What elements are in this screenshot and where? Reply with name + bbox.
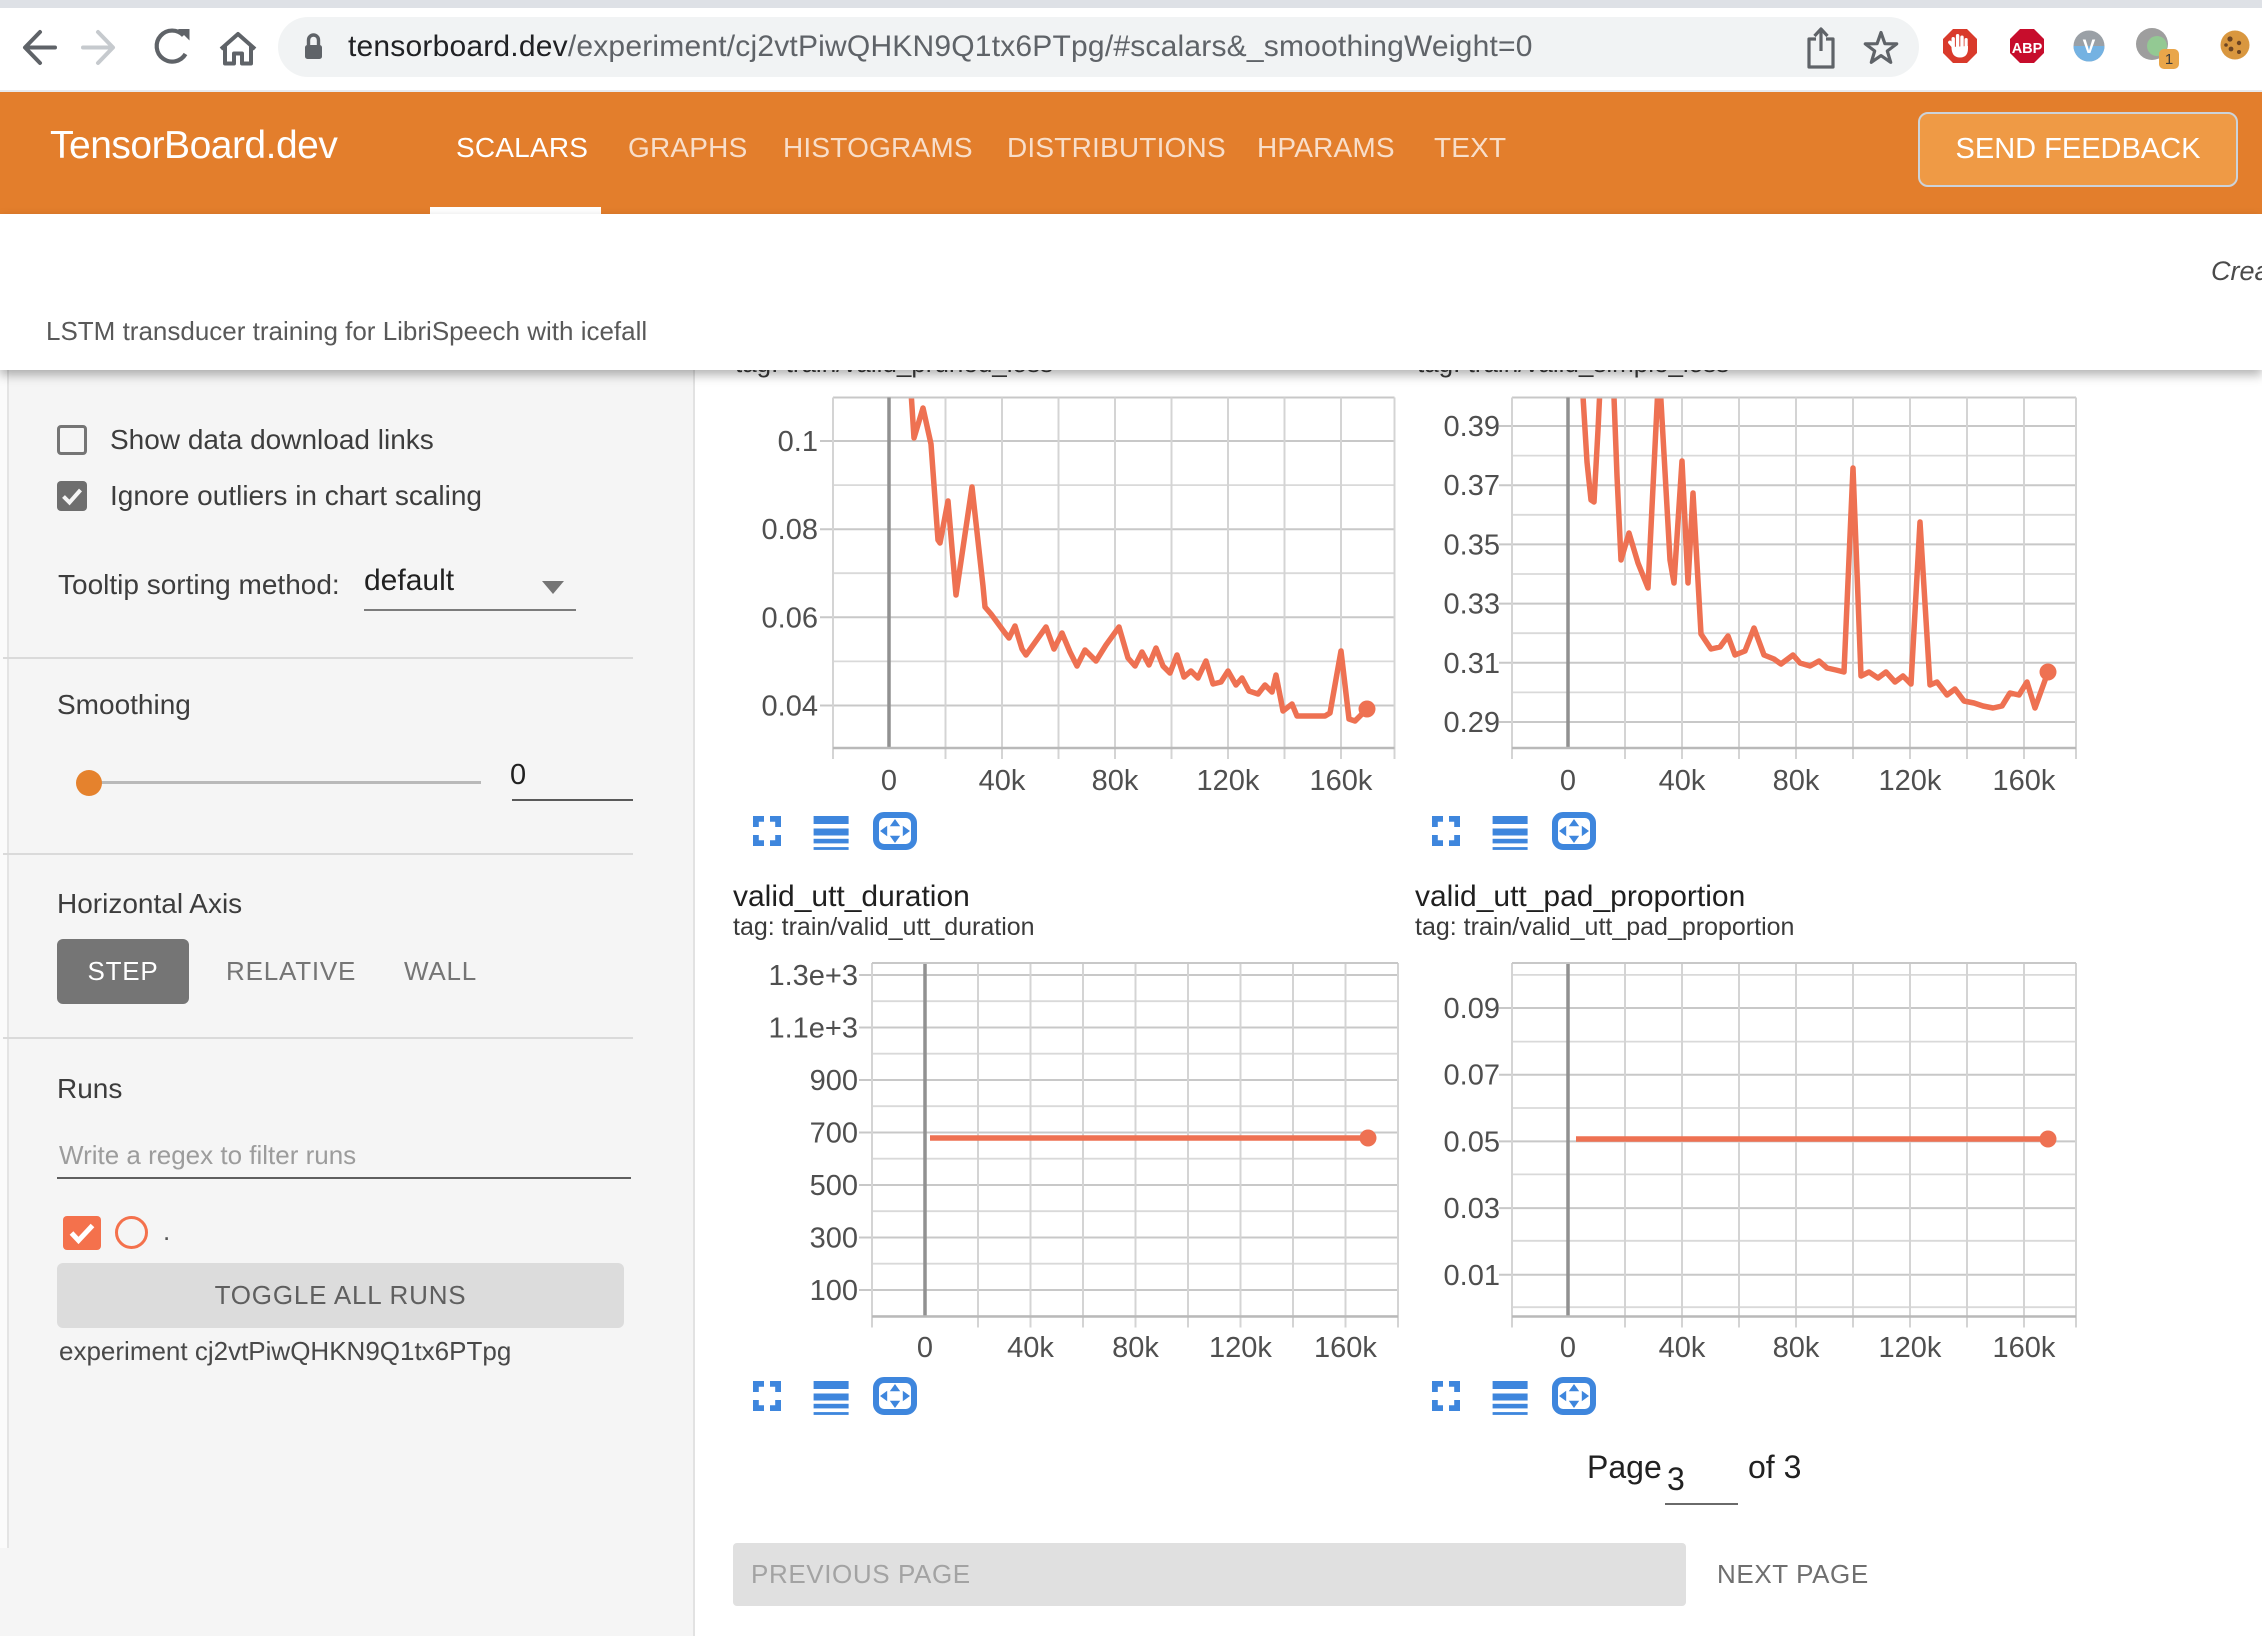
svg-text:40k: 40k <box>1659 1332 1706 1364</box>
svg-text:900: 900 <box>810 1065 858 1097</box>
svg-text:0.1: 0.1 <box>778 426 818 458</box>
svg-text:80k: 80k <box>1112 1332 1159 1364</box>
svg-text:40k: 40k <box>1659 765 1706 797</box>
svg-text:0.33: 0.33 <box>1444 589 1500 621</box>
svg-text:1.1e+3: 1.1e+3 <box>768 1013 858 1045</box>
svg-text:0: 0 <box>1560 1332 1576 1364</box>
svg-text:100: 100 <box>810 1275 858 1307</box>
svg-text:160k: 160k <box>1314 1332 1377 1364</box>
svg-text:0: 0 <box>1560 765 1576 797</box>
svg-text:120k: 120k <box>1879 1332 1942 1364</box>
svg-text:40k: 40k <box>1007 1332 1054 1364</box>
svg-text:120k: 120k <box>1879 765 1942 797</box>
svg-text:1.3e+3: 1.3e+3 <box>768 960 858 992</box>
svg-text:0: 0 <box>917 1332 933 1364</box>
svg-text:120k: 120k <box>1197 765 1260 797</box>
svg-text:80k: 80k <box>1092 765 1139 797</box>
svg-text:0.39: 0.39 <box>1444 411 1500 443</box>
svg-text:0.09: 0.09 <box>1444 993 1500 1025</box>
svg-text:0.04: 0.04 <box>762 691 818 723</box>
svg-text:120k: 120k <box>1209 1332 1272 1364</box>
svg-text:0.37: 0.37 <box>1444 470 1500 502</box>
svg-text:ABP: ABP <box>2012 41 2043 57</box>
svg-text:160k: 160k <box>1310 765 1373 797</box>
svg-text:0.07: 0.07 <box>1444 1060 1500 1092</box>
svg-text:0.29: 0.29 <box>1444 707 1500 739</box>
svg-text:160k: 160k <box>1993 1332 2056 1364</box>
svg-text:500: 500 <box>810 1170 858 1202</box>
svg-text:0.06: 0.06 <box>762 602 818 634</box>
svg-text:0.35: 0.35 <box>1444 529 1500 561</box>
svg-text:0.01: 0.01 <box>1444 1260 1500 1292</box>
svg-text:1: 1 <box>2165 51 2173 68</box>
svg-text:40k: 40k <box>979 765 1026 797</box>
svg-text:700: 700 <box>810 1118 858 1150</box>
svg-text:80k: 80k <box>1773 765 1820 797</box>
svg-text:V: V <box>2083 37 2096 58</box>
svg-text:300: 300 <box>810 1223 858 1255</box>
svg-text:0: 0 <box>881 765 897 797</box>
svg-text:0.08: 0.08 <box>762 514 818 546</box>
svg-text:0.05: 0.05 <box>1444 1126 1500 1158</box>
svg-text:0.31: 0.31 <box>1444 648 1500 680</box>
svg-text:160k: 160k <box>1993 765 2056 797</box>
svg-text:0.03: 0.03 <box>1444 1193 1500 1225</box>
svg-text:80k: 80k <box>1773 1332 1820 1364</box>
